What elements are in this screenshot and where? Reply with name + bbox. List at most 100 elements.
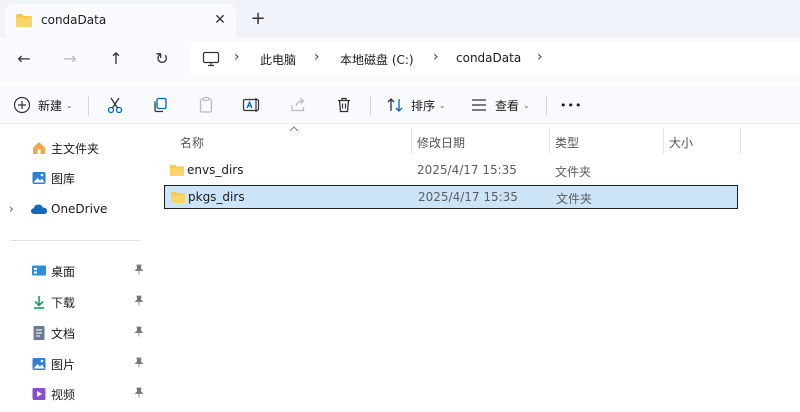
chevron-down-icon: ⌄: [439, 100, 446, 110]
gallery-icon: [29, 168, 49, 188]
file-name: pkgs_dirs: [188, 190, 245, 204]
new-tab-button[interactable]: +: [247, 8, 269, 30]
rename-icon: [242, 95, 262, 115]
sidebar-item-downloads[interactable]: 下载: [0, 288, 152, 316]
more-icon: •••: [560, 98, 583, 112]
sort-icon: [385, 95, 405, 115]
up-button[interactable]: ↑: [102, 47, 130, 71]
sidebar-divider: [10, 240, 140, 241]
pin-icon: [134, 326, 144, 340]
file-list: 名称 修改日期 类型 大小 envs_dirs 2025/4/17 15:35 …: [152, 126, 800, 412]
back-button[interactable]: ←: [10, 47, 38, 71]
paste-button[interactable]: [196, 92, 216, 118]
pin-icon: [134, 264, 144, 278]
breadcrumb-separator: ›: [537, 49, 543, 65]
file-type: 文件夹: [555, 165, 592, 179]
pin-icon: [134, 295, 144, 309]
document-icon: [29, 323, 49, 343]
chevron-down-icon: ⌄: [66, 100, 73, 110]
folder-icon: [169, 164, 185, 180]
file-row-pkgs-dirs[interactable]: pkgs_dirs 2025/4/17 15:35 文件夹: [164, 185, 738, 209]
tab-strip: condaData ✕ +: [0, 0, 800, 38]
home-icon: [29, 138, 49, 158]
file-type: 文件夹: [556, 192, 593, 206]
sort-ascending-icon: [289, 124, 299, 135]
pin-icon: [134, 387, 144, 401]
computer-icon: [202, 51, 220, 70]
breadcrumb-this-pc[interactable]: 此电脑: [260, 51, 296, 68]
cut-button[interactable]: [105, 92, 125, 118]
column-divider[interactable]: [549, 128, 550, 154]
pictures-icon: [29, 354, 49, 374]
sidebar-item-videos[interactable]: 视频: [0, 380, 152, 408]
desktop-icon: [29, 261, 49, 281]
navigation-pane: 主文件夹 图库 › OneDrive 桌面 下载 文档 图片 视频: [0, 126, 152, 412]
file-name: envs_dirs: [187, 163, 244, 177]
download-icon: [29, 292, 49, 312]
toolbar-divider: [88, 96, 89, 116]
sidebar-item-label: 文档: [51, 326, 76, 341]
sidebar-item-documents[interactable]: 文档: [0, 319, 152, 347]
plus-circle-icon: [12, 95, 32, 115]
column-divider[interactable]: [411, 128, 412, 154]
sidebar-item-label: 主文件夹: [51, 141, 100, 156]
column-header-type[interactable]: 类型: [555, 134, 579, 151]
new-button[interactable]: 新建 ⌄: [12, 92, 73, 118]
sidebar-item-onedrive[interactable]: › OneDrive: [0, 195, 152, 223]
sidebar-item-label: 桌面: [51, 264, 76, 279]
sort-label: 排序: [411, 98, 436, 113]
breadcrumb-separator: ›: [433, 49, 439, 65]
file-modified-date: 2025/4/17 15:35: [417, 163, 517, 177]
toolbar-divider: [370, 96, 371, 116]
folder-icon: [170, 191, 186, 207]
breadcrumb-condadata[interactable]: condaData: [456, 51, 521, 65]
column-header-name[interactable]: 名称: [180, 134, 204, 151]
clipboard-icon: [196, 95, 216, 115]
column-divider[interactable]: [663, 128, 664, 154]
tab-condadata[interactable]: condaData ✕: [5, 4, 236, 38]
sidebar-item-gallery[interactable]: 图库: [0, 164, 152, 192]
scissors-icon: [105, 95, 125, 115]
refresh-button[interactable]: ↻: [148, 47, 176, 71]
address-bar[interactable]: › 此电脑 › 本地磁盘 (C:) › condaData ›: [190, 42, 800, 76]
expand-chevron-icon[interactable]: ›: [9, 202, 14, 216]
command-bar: 新建 ⌄ 排序 ⌄ 查看 ⌄ •••: [0, 86, 800, 124]
copy-icon: [150, 95, 170, 115]
view-button[interactable]: 查看 ⌄: [469, 92, 530, 118]
close-tab-button[interactable]: ✕: [209, 9, 231, 31]
sidebar-item-label: OneDrive: [51, 202, 108, 216]
share-button[interactable]: [288, 92, 308, 118]
view-label: 查看: [495, 98, 520, 113]
column-divider[interactable]: [740, 128, 741, 154]
chevron-down-icon: ⌄: [523, 100, 530, 110]
file-modified-date: 2025/4/17 15:35: [418, 190, 518, 204]
view-list-icon: [469, 95, 489, 115]
share-icon: [288, 95, 308, 115]
video-icon: [29, 384, 49, 404]
sidebar-item-label: 图片: [51, 357, 76, 372]
sidebar-item-desktop[interactable]: 桌面: [0, 257, 152, 285]
folder-icon: [15, 13, 33, 31]
sort-button[interactable]: 排序 ⌄: [385, 92, 446, 118]
new-label: 新建: [38, 98, 63, 113]
more-options-button[interactable]: •••: [560, 92, 582, 118]
sidebar-item-pictures[interactable]: 图片: [0, 350, 152, 378]
sidebar-item-label: 图库: [51, 171, 76, 186]
column-header-size[interactable]: 大小: [669, 134, 693, 151]
forward-button[interactable]: →: [56, 47, 84, 71]
rename-button[interactable]: [242, 92, 262, 118]
delete-button[interactable]: [334, 92, 354, 118]
copy-button[interactable]: [150, 92, 170, 118]
address-row: ← → ↑ ↻ › 此电脑 › 本地磁盘 (C:) › condaData ›: [0, 38, 800, 82]
file-row-envs-dirs[interactable]: envs_dirs 2025/4/17 15:35 文件夹: [164, 159, 738, 183]
sidebar-item-label: 视频: [51, 387, 76, 402]
cloud-icon: [29, 199, 49, 219]
breadcrumb-separator: ›: [314, 49, 320, 65]
breadcrumb-local-disk[interactable]: 本地磁盘 (C:): [340, 51, 414, 68]
toolbar-divider: [546, 96, 547, 116]
column-header-modified[interactable]: 修改日期: [417, 134, 465, 151]
sidebar-item-home[interactable]: 主文件夹: [0, 134, 152, 162]
breadcrumb-separator: ›: [234, 49, 240, 65]
pin-icon: [134, 357, 144, 371]
sidebar-item-label: 下载: [51, 295, 76, 310]
